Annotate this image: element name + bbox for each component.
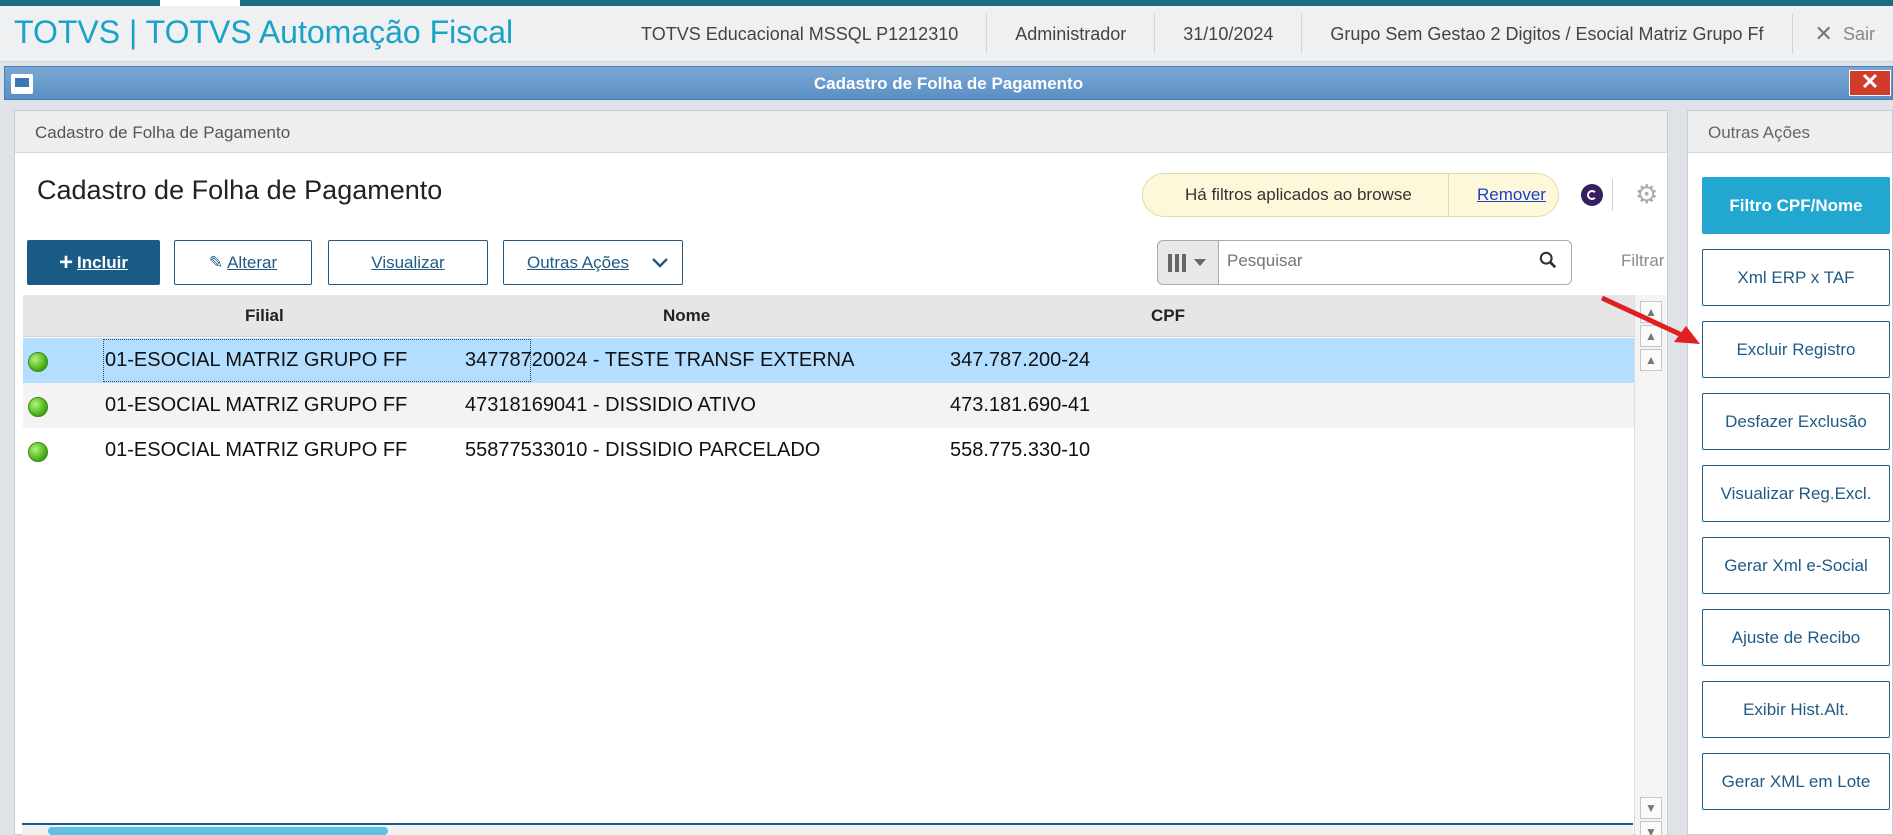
cell-filial[interactable]: 01-ESOCIAL MATRIZ GRUPO FF (105, 439, 407, 462)
toolbar-divider (1612, 179, 1613, 211)
data-grid: Filial Nome CPF 01-ESOCIAL MATRIZ GRUPO … (23, 295, 1666, 835)
exit-button[interactable]: ✕ Sair (1791, 14, 1893, 54)
cell-filial[interactable]: 01-ESOCIAL MATRIZ GRUPO FF (105, 394, 407, 417)
side-actions-panel: Outras Ações Filtro CPF/Nome Xml ERP x T… (1687, 110, 1893, 835)
column-picker-button[interactable] (1157, 240, 1219, 285)
horizontal-scrollbar[interactable] (22, 823, 1633, 835)
columns-icon (1168, 253, 1186, 272)
vertical-scrollbar[interactable]: ▲ ▲ ▲ ▼ ▼ ▼ (1634, 295, 1666, 835)
ajuste-recibo-button[interactable]: Ajuste de Recibo (1702, 609, 1890, 666)
status-green-icon (28, 397, 48, 417)
grid-header: Filial Nome CPF (23, 295, 1634, 337)
cell-nome[interactable]: 47318169041 - DISSIDIO ATIVO (465, 394, 756, 417)
search-input[interactable] (1227, 251, 1527, 271)
chevron-down-icon (652, 258, 668, 268)
table-row[interactable]: 01-ESOCIAL MATRIZ GRUPO FF 34778720024 -… (23, 338, 1634, 383)
filter-message: Há filtros aplicados ao browse (1185, 185, 1412, 204)
gear-icon[interactable]: ⚙ (1635, 181, 1658, 207)
xml-erp-taf-button[interactable]: Xml ERP x TAF (1702, 249, 1890, 306)
alterar-button[interactable]: ✎ Alterar (174, 240, 312, 285)
scroll-up-button[interactable]: ▲ (1640, 349, 1662, 371)
desfazer-exclusao-button[interactable]: Desfazer Exclusão (1702, 393, 1890, 450)
visualizar-reg-excl-button[interactable]: Visualizar Reg.Excl. (1702, 465, 1890, 522)
exit-label: Sair (1842, 23, 1875, 44)
side-panel-title: Outras Ações (1688, 111, 1892, 153)
status-green-icon (28, 352, 48, 372)
window-title: Cadastro de Folha de Pagamento (813, 74, 1084, 93)
cell-cpf[interactable]: 347.787.200-24 (950, 349, 1090, 372)
app-title: TOTVS | TOTVS Automação Fiscal (14, 14, 514, 50)
filtrar-link[interactable]: Filtrar (1621, 251, 1664, 271)
visualizar-label: Visualizar (371, 252, 445, 272)
window-body: Cadastro de Folha de Pagamento Cadastro … (4, 100, 1893, 835)
alterar-label: Alterar (227, 252, 278, 272)
window-close-button[interactable]: ✕ (1849, 70, 1891, 96)
pencil-icon: ✎ (208, 252, 224, 272)
scroll-page-down-button[interactable]: ▼ (1640, 821, 1662, 835)
user-label[interactable]: Administrador (986, 14, 1154, 54)
cell-filial[interactable]: 01-ESOCIAL MATRIZ GRUPO FF (105, 349, 407, 372)
outras-acoes-dropdown[interactable]: Outras Ações (503, 240, 683, 285)
search-icon[interactable] (1539, 251, 1557, 269)
cell-nome[interactable]: 34778720024 - TESTE TRANSF EXTERNA (465, 349, 854, 372)
search-box (1219, 240, 1572, 285)
header-info: TOTVS Educacional MSSQL P1212310 Adminis… (631, 6, 1893, 62)
cell-cpf[interactable]: 473.181.690-41 (950, 394, 1090, 417)
company-label[interactable]: Grupo Sem Gestao 2 Digitos / Esocial Mat… (1301, 14, 1791, 54)
outras-acoes-label: Outras Ações (527, 252, 630, 272)
horizontal-scroll-thumb[interactable] (48, 827, 388, 835)
status-green-icon (28, 442, 48, 462)
exibir-hist-alt-button[interactable]: Exibir Hist.Alt. (1702, 681, 1890, 738)
plus-icon: + (58, 248, 73, 276)
close-icon: ✕ (1814, 21, 1833, 46)
caret-down-icon (1194, 259, 1206, 266)
scroll-down-button[interactable]: ▼ (1640, 797, 1662, 819)
annotation-arrow-icon (1600, 295, 1700, 344)
filter-notice: Há filtros aplicados ao browse Remover (1142, 173, 1559, 217)
excluir-registro-button[interactable]: Excluir Registro (1702, 321, 1890, 378)
cell-nome[interactable]: 55877533010 - DISSIDIO PARCELADO (465, 439, 820, 462)
gerar-xml-esocial-button[interactable]: Gerar Xml e-Social (1702, 537, 1890, 594)
incluir-button[interactable]: + Incluir (27, 240, 160, 285)
browse-title: Cadastro de Folha de Pagamento (37, 175, 443, 205)
column-header-nome[interactable]: Nome (663, 306, 710, 326)
panel-header: Cadastro de Folha de Pagamento (15, 111, 1667, 153)
gerar-xml-lote-button[interactable]: Gerar XML em Lote (1702, 753, 1890, 810)
filtro-cpf-nome-button[interactable]: Filtro CPF/Nome (1702, 177, 1890, 234)
remove-filter-link[interactable]: Remover (1449, 185, 1546, 205)
table-row[interactable]: 01-ESOCIAL MATRIZ GRUPO FF 47318169041 -… (23, 383, 1634, 428)
column-header-cpf[interactable]: CPF (1151, 306, 1185, 326)
app-header: TOTVS | TOTVS Automação Fiscal TOTVS Edu… (0, 6, 1893, 62)
browse-panel: Cadastro de Folha de Pagamento Cadastro … (14, 110, 1668, 835)
window-titlebar: Cadastro de Folha de Pagamento ✕ (4, 66, 1893, 100)
cell-cpf[interactable]: 558.775.330-10 (950, 439, 1090, 462)
date-label[interactable]: 31/10/2024 (1154, 14, 1301, 54)
c-logo-icon[interactable] (1581, 184, 1603, 206)
close-icon: ✕ (1860, 69, 1880, 94)
incluir-label: Incluir (77, 252, 129, 272)
column-header-filial[interactable]: Filial (245, 306, 284, 326)
visualizar-button[interactable]: Visualizar (328, 240, 488, 285)
environment-label[interactable]: TOTVS Educacional MSSQL P1212310 (631, 14, 986, 54)
table-row[interactable]: 01-ESOCIAL MATRIZ GRUPO FF 55877533010 -… (23, 428, 1634, 473)
